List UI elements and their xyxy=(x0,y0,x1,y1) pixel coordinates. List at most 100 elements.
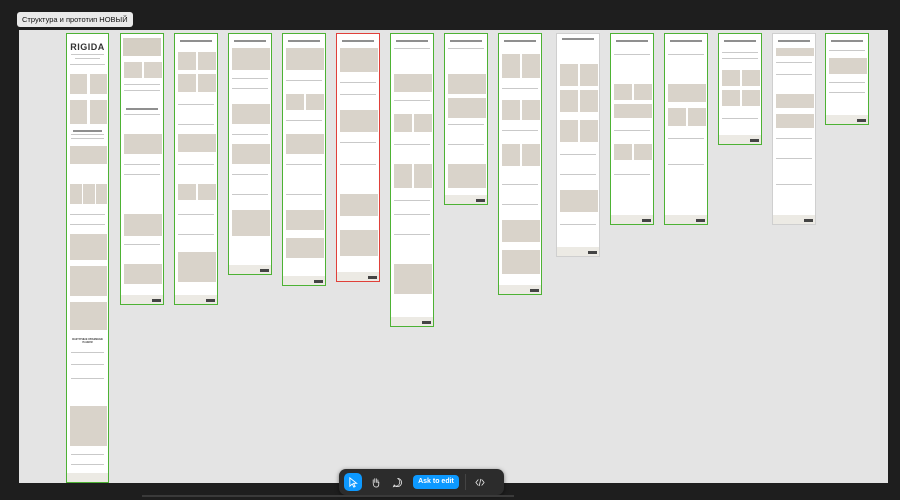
text-line xyxy=(340,82,376,83)
text-line xyxy=(670,40,702,42)
footer-logo xyxy=(314,280,323,283)
frame-footer xyxy=(826,115,868,124)
text-line xyxy=(73,130,102,132)
image-placeholder xyxy=(502,250,540,274)
image-placeholder xyxy=(286,134,324,154)
image-placeholder xyxy=(178,74,196,92)
image-placeholder xyxy=(502,144,520,166)
text-line xyxy=(668,138,704,139)
text-line xyxy=(829,50,865,51)
image-placeholder xyxy=(448,74,486,94)
frame-page-3[interactable] xyxy=(174,33,218,305)
footer-logo xyxy=(476,199,485,202)
bottom-edge-strip xyxy=(142,495,514,497)
image-placeholder xyxy=(614,104,652,118)
image-placeholder xyxy=(70,184,82,204)
text-line xyxy=(614,174,650,175)
move-tool-button[interactable] xyxy=(344,473,362,491)
image-placeholder xyxy=(70,234,107,260)
text-line xyxy=(124,174,160,175)
text-line xyxy=(560,174,596,175)
image-placeholder xyxy=(178,134,216,152)
dev-mode-button[interactable] xyxy=(471,473,489,491)
image-placeholder xyxy=(286,238,324,258)
frame-page-2[interactable] xyxy=(120,33,164,305)
text-line xyxy=(342,40,374,42)
image-placeholder xyxy=(286,48,324,70)
image-placeholder xyxy=(70,406,107,446)
image-placeholder xyxy=(580,64,598,86)
text-line xyxy=(502,184,538,185)
image-placeholder xyxy=(144,62,162,78)
file-title[interactable]: Структура и прототип НОВЫЙ xyxy=(17,12,133,27)
image-placeholder xyxy=(124,214,162,236)
image-placeholder xyxy=(198,184,216,200)
text-line xyxy=(776,74,812,75)
design-canvas[interactable]: RIGIDA ФАКТУРНЫЕ ОБЪЕМНЫЕ ПАНЕЛИ xyxy=(19,30,888,483)
code-icon xyxy=(475,478,485,486)
frame-page-10[interactable] xyxy=(556,33,600,257)
text-line xyxy=(71,454,104,455)
frame-page-14[interactable] xyxy=(772,33,816,225)
frame-footer xyxy=(229,265,271,274)
text-line xyxy=(234,40,266,42)
image-placeholder xyxy=(394,74,432,92)
image-placeholder xyxy=(124,62,142,78)
image-placeholder xyxy=(522,144,540,166)
hand-icon xyxy=(372,477,379,487)
comment-icon xyxy=(392,477,402,487)
text-line xyxy=(394,214,430,215)
image-placeholder xyxy=(722,70,740,86)
image-placeholder xyxy=(742,70,760,86)
text-line xyxy=(232,174,268,175)
image-placeholder xyxy=(90,74,107,94)
text-line xyxy=(71,54,104,55)
text-line xyxy=(394,48,430,49)
frame-main-page[interactable]: RIGIDA ФАКТУРНЫЕ ОБЪЕМНЫЕ ПАНЕЛИ xyxy=(66,33,109,483)
frame-page-12[interactable] xyxy=(664,33,708,225)
image-placeholder xyxy=(198,74,216,92)
text-line xyxy=(722,118,758,119)
frame-page-15[interactable] xyxy=(825,33,869,125)
text-line xyxy=(126,108,158,110)
ask-to-edit-button[interactable]: Ask to edit xyxy=(413,475,459,489)
image-placeholder xyxy=(522,54,540,78)
text-line xyxy=(71,464,104,465)
text-line xyxy=(668,164,704,165)
frame-page-7[interactable] xyxy=(390,33,434,327)
text-line xyxy=(616,40,648,42)
hero-placeholder xyxy=(123,38,161,56)
image-placeholder xyxy=(580,90,598,112)
section-title: ФАКТУРНЫЕ ОБЪЕМНЫЕ ПАНЕЛИ xyxy=(72,338,103,344)
text-line xyxy=(562,38,594,40)
text-line xyxy=(502,88,538,89)
image-placeholder xyxy=(96,184,107,204)
image-placeholder xyxy=(232,210,270,236)
frame-page-8[interactable] xyxy=(444,33,488,205)
footer-logo xyxy=(642,219,651,222)
image-placeholder xyxy=(668,84,706,102)
frame-page-5[interactable] xyxy=(282,33,326,286)
image-placeholder xyxy=(502,100,520,120)
image-placeholder xyxy=(722,90,740,106)
text-line xyxy=(450,40,482,42)
frame-page-13[interactable] xyxy=(718,33,762,145)
text-line xyxy=(71,352,104,353)
frame-page-6-selected[interactable] xyxy=(336,33,380,282)
frame-footer xyxy=(557,247,599,256)
text-line xyxy=(71,138,104,139)
image-placeholder xyxy=(742,90,760,106)
footer-logo xyxy=(750,139,759,142)
hand-tool-button[interactable] xyxy=(366,473,384,491)
frame-page-9[interactable] xyxy=(498,33,542,295)
image-placeholder xyxy=(776,48,814,56)
text-line xyxy=(124,114,160,115)
frame-page-4[interactable] xyxy=(228,33,272,275)
frame-page-11[interactable] xyxy=(610,33,654,225)
image-placeholder xyxy=(286,210,324,230)
image-placeholder xyxy=(668,108,686,126)
comment-tool-button[interactable] xyxy=(388,473,406,491)
image-placeholder xyxy=(340,194,378,216)
text-line xyxy=(776,158,812,159)
frame-footer xyxy=(719,135,761,144)
